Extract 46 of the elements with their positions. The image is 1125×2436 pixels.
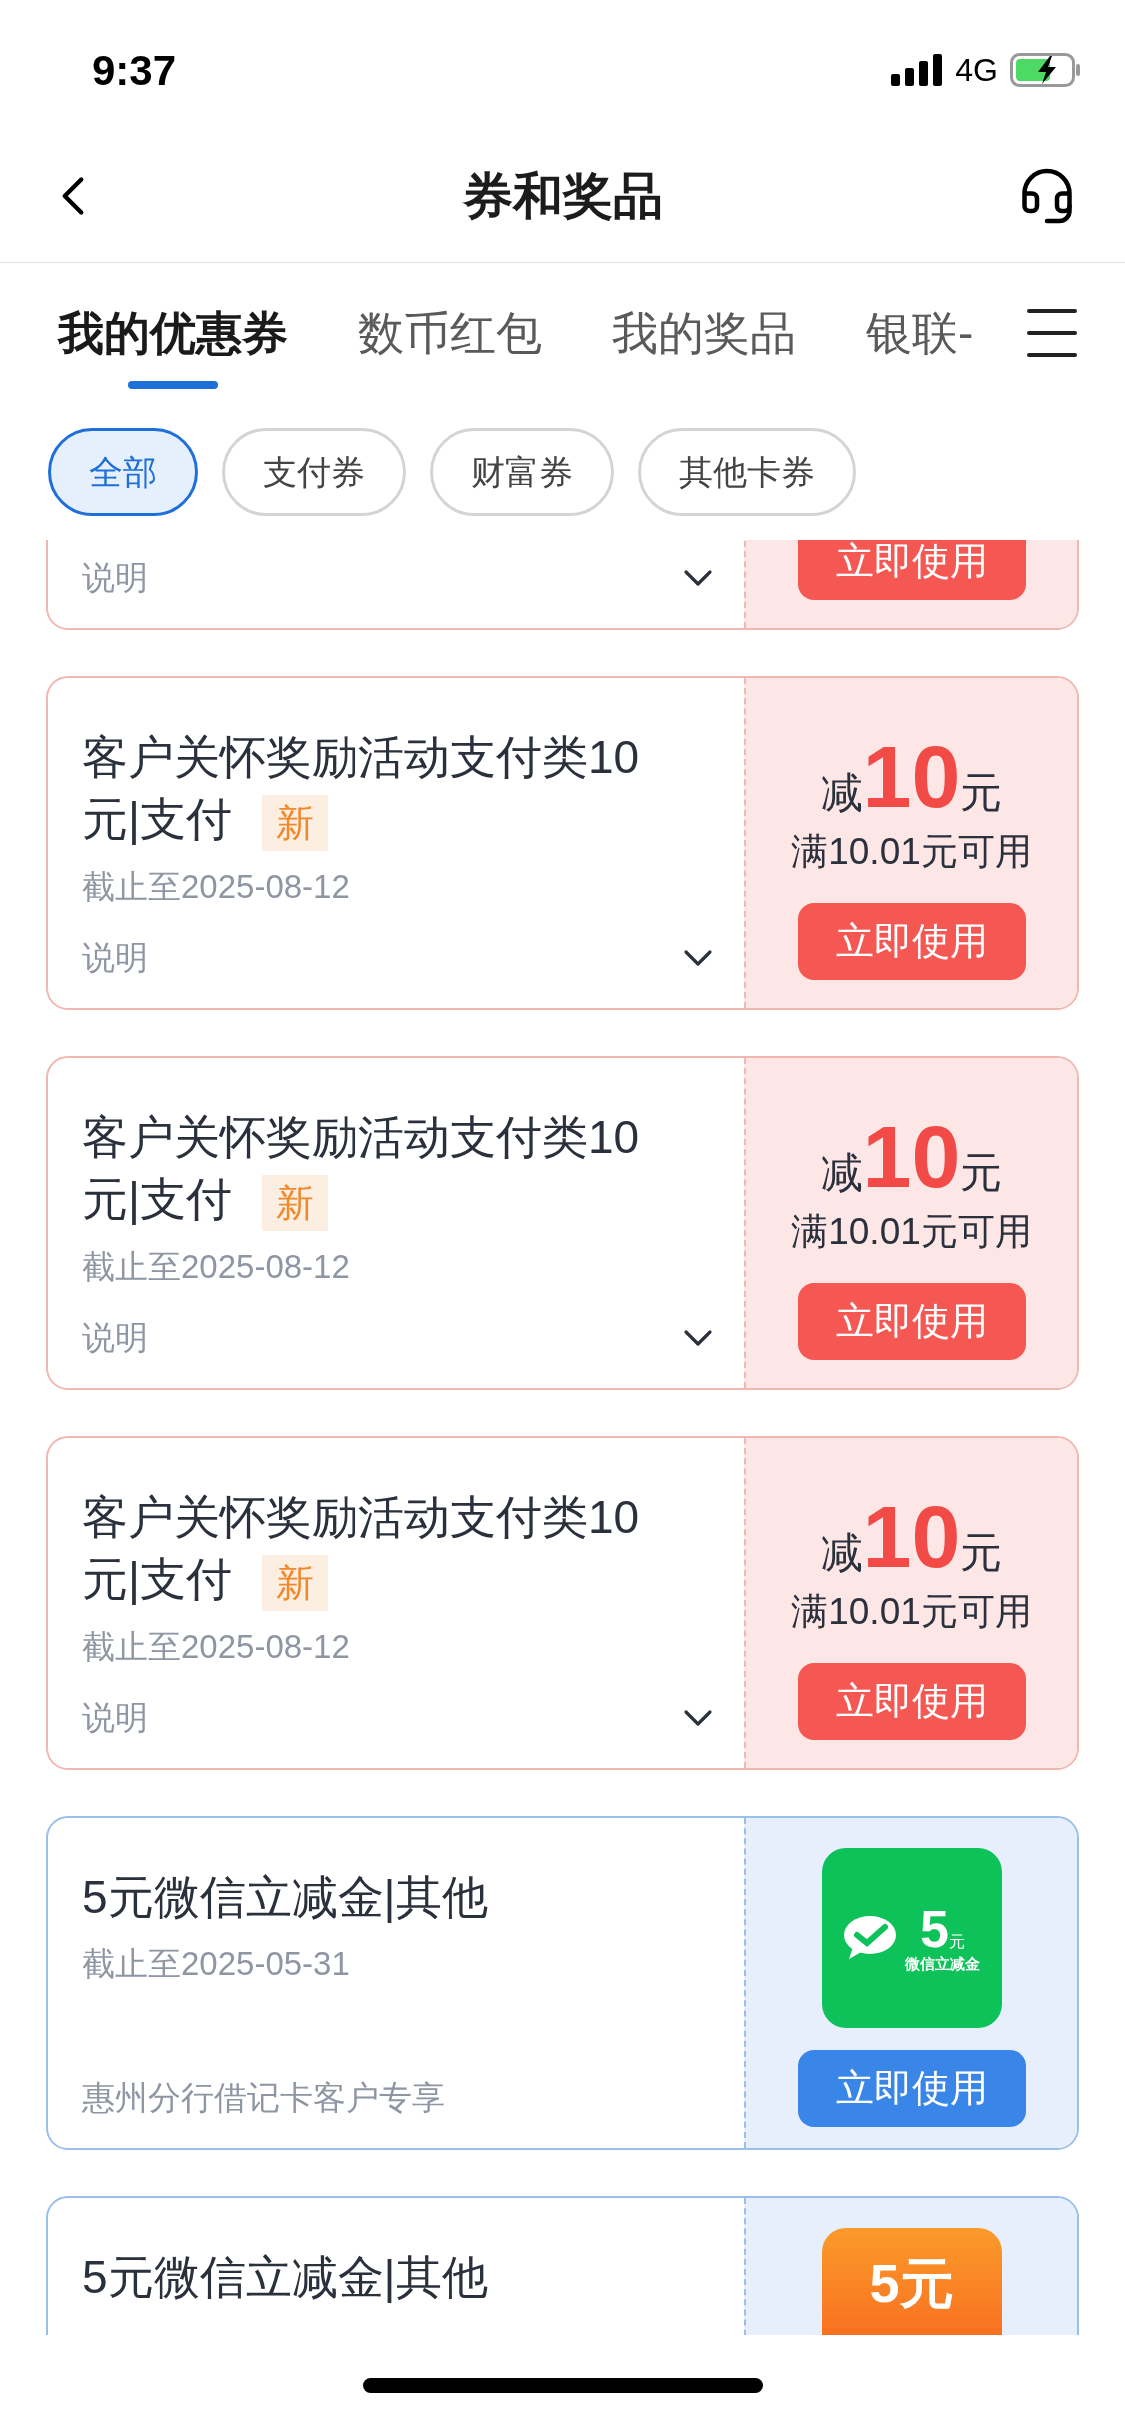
discount-amount: 10 bbox=[862, 1487, 961, 1587]
discount-prefix: 减 bbox=[820, 768, 863, 818]
deadline-text: 截止至2025-05-31 bbox=[82, 1944, 351, 1984]
discount-unit: 元 bbox=[960, 1148, 1003, 1198]
menu-icon[interactable] bbox=[1027, 309, 1077, 357]
chat-bubble-icon bbox=[843, 1915, 897, 1961]
deadline-text: 截止至2025-08-12 bbox=[82, 866, 351, 907]
deadline-text: 截止至2025-08-12 bbox=[82, 1246, 351, 1287]
tab[interactable]: 我的优惠券 bbox=[58, 303, 288, 363]
tab[interactable]: 银联- bbox=[866, 303, 974, 363]
filter-chip[interactable]: 其他卡券 bbox=[638, 428, 856, 516]
discount-unit: 元 bbox=[960, 768, 1003, 818]
discount-amount: 10 bbox=[862, 727, 961, 827]
network-label: 4G bbox=[955, 51, 998, 90]
coupon-title: 客户关怀奖励活动支付类10元|支付 新 bbox=[82, 726, 660, 851]
discount-amount: 10 bbox=[862, 1107, 961, 1207]
coupon-amount: 5 bbox=[920, 1902, 949, 1955]
filter-chip[interactable]: 支付券 bbox=[222, 428, 406, 516]
coupon-amount: 5元 bbox=[869, 2256, 954, 2310]
coupon-caption: 微信立减金 bbox=[905, 1954, 980, 1974]
page-title: 券和奖品 bbox=[462, 166, 663, 226]
tab[interactable]: 数币红包 bbox=[358, 303, 542, 363]
battery-charging-icon bbox=[1010, 53, 1080, 87]
tab[interactable]: 我的奖品 bbox=[612, 303, 796, 363]
coupon-unit: 元 bbox=[948, 1933, 965, 1950]
status-time: 9:37 bbox=[92, 45, 177, 96]
condition-text: 满10.01元可用 bbox=[791, 1210, 1032, 1254]
use-now-button[interactable]: 立即使用 bbox=[797, 2050, 1026, 2127]
filter-chip[interactable]: 全部 bbox=[48, 428, 198, 516]
deadline-text: 截止至2025-08-12 bbox=[82, 1626, 351, 1667]
coupon-title: 5元微信立减金|其他 bbox=[82, 1870, 489, 1925]
discount-prefix: 减 bbox=[820, 1528, 863, 1578]
coupon-title: 客户关怀奖励活动支付类10元|支付 新 bbox=[82, 1106, 660, 1231]
note-text: 说明 bbox=[82, 938, 148, 978]
discount-unit: 元 bbox=[960, 1528, 1003, 1578]
note-text: 说明 bbox=[82, 1698, 148, 1738]
condition-text: 满10.01元可用 bbox=[791, 1590, 1032, 1634]
coupon-title: 5元微信立减金|其他 bbox=[82, 2250, 489, 2305]
discount-prefix: 减 bbox=[820, 1148, 863, 1198]
condition-text: 满10.01元可用 bbox=[791, 830, 1032, 874]
note-text: 说明 bbox=[82, 1318, 148, 1358]
filter-chip[interactable]: 财富券 bbox=[430, 428, 614, 516]
signal-icon bbox=[891, 54, 944, 86]
note-text: 说明 bbox=[82, 558, 148, 598]
note-text: 惠州分行借记卡客户专享 bbox=[82, 2078, 445, 2118]
coupon-title: 客户关怀奖励活动支付类10元|支付 新 bbox=[82, 1486, 660, 1611]
